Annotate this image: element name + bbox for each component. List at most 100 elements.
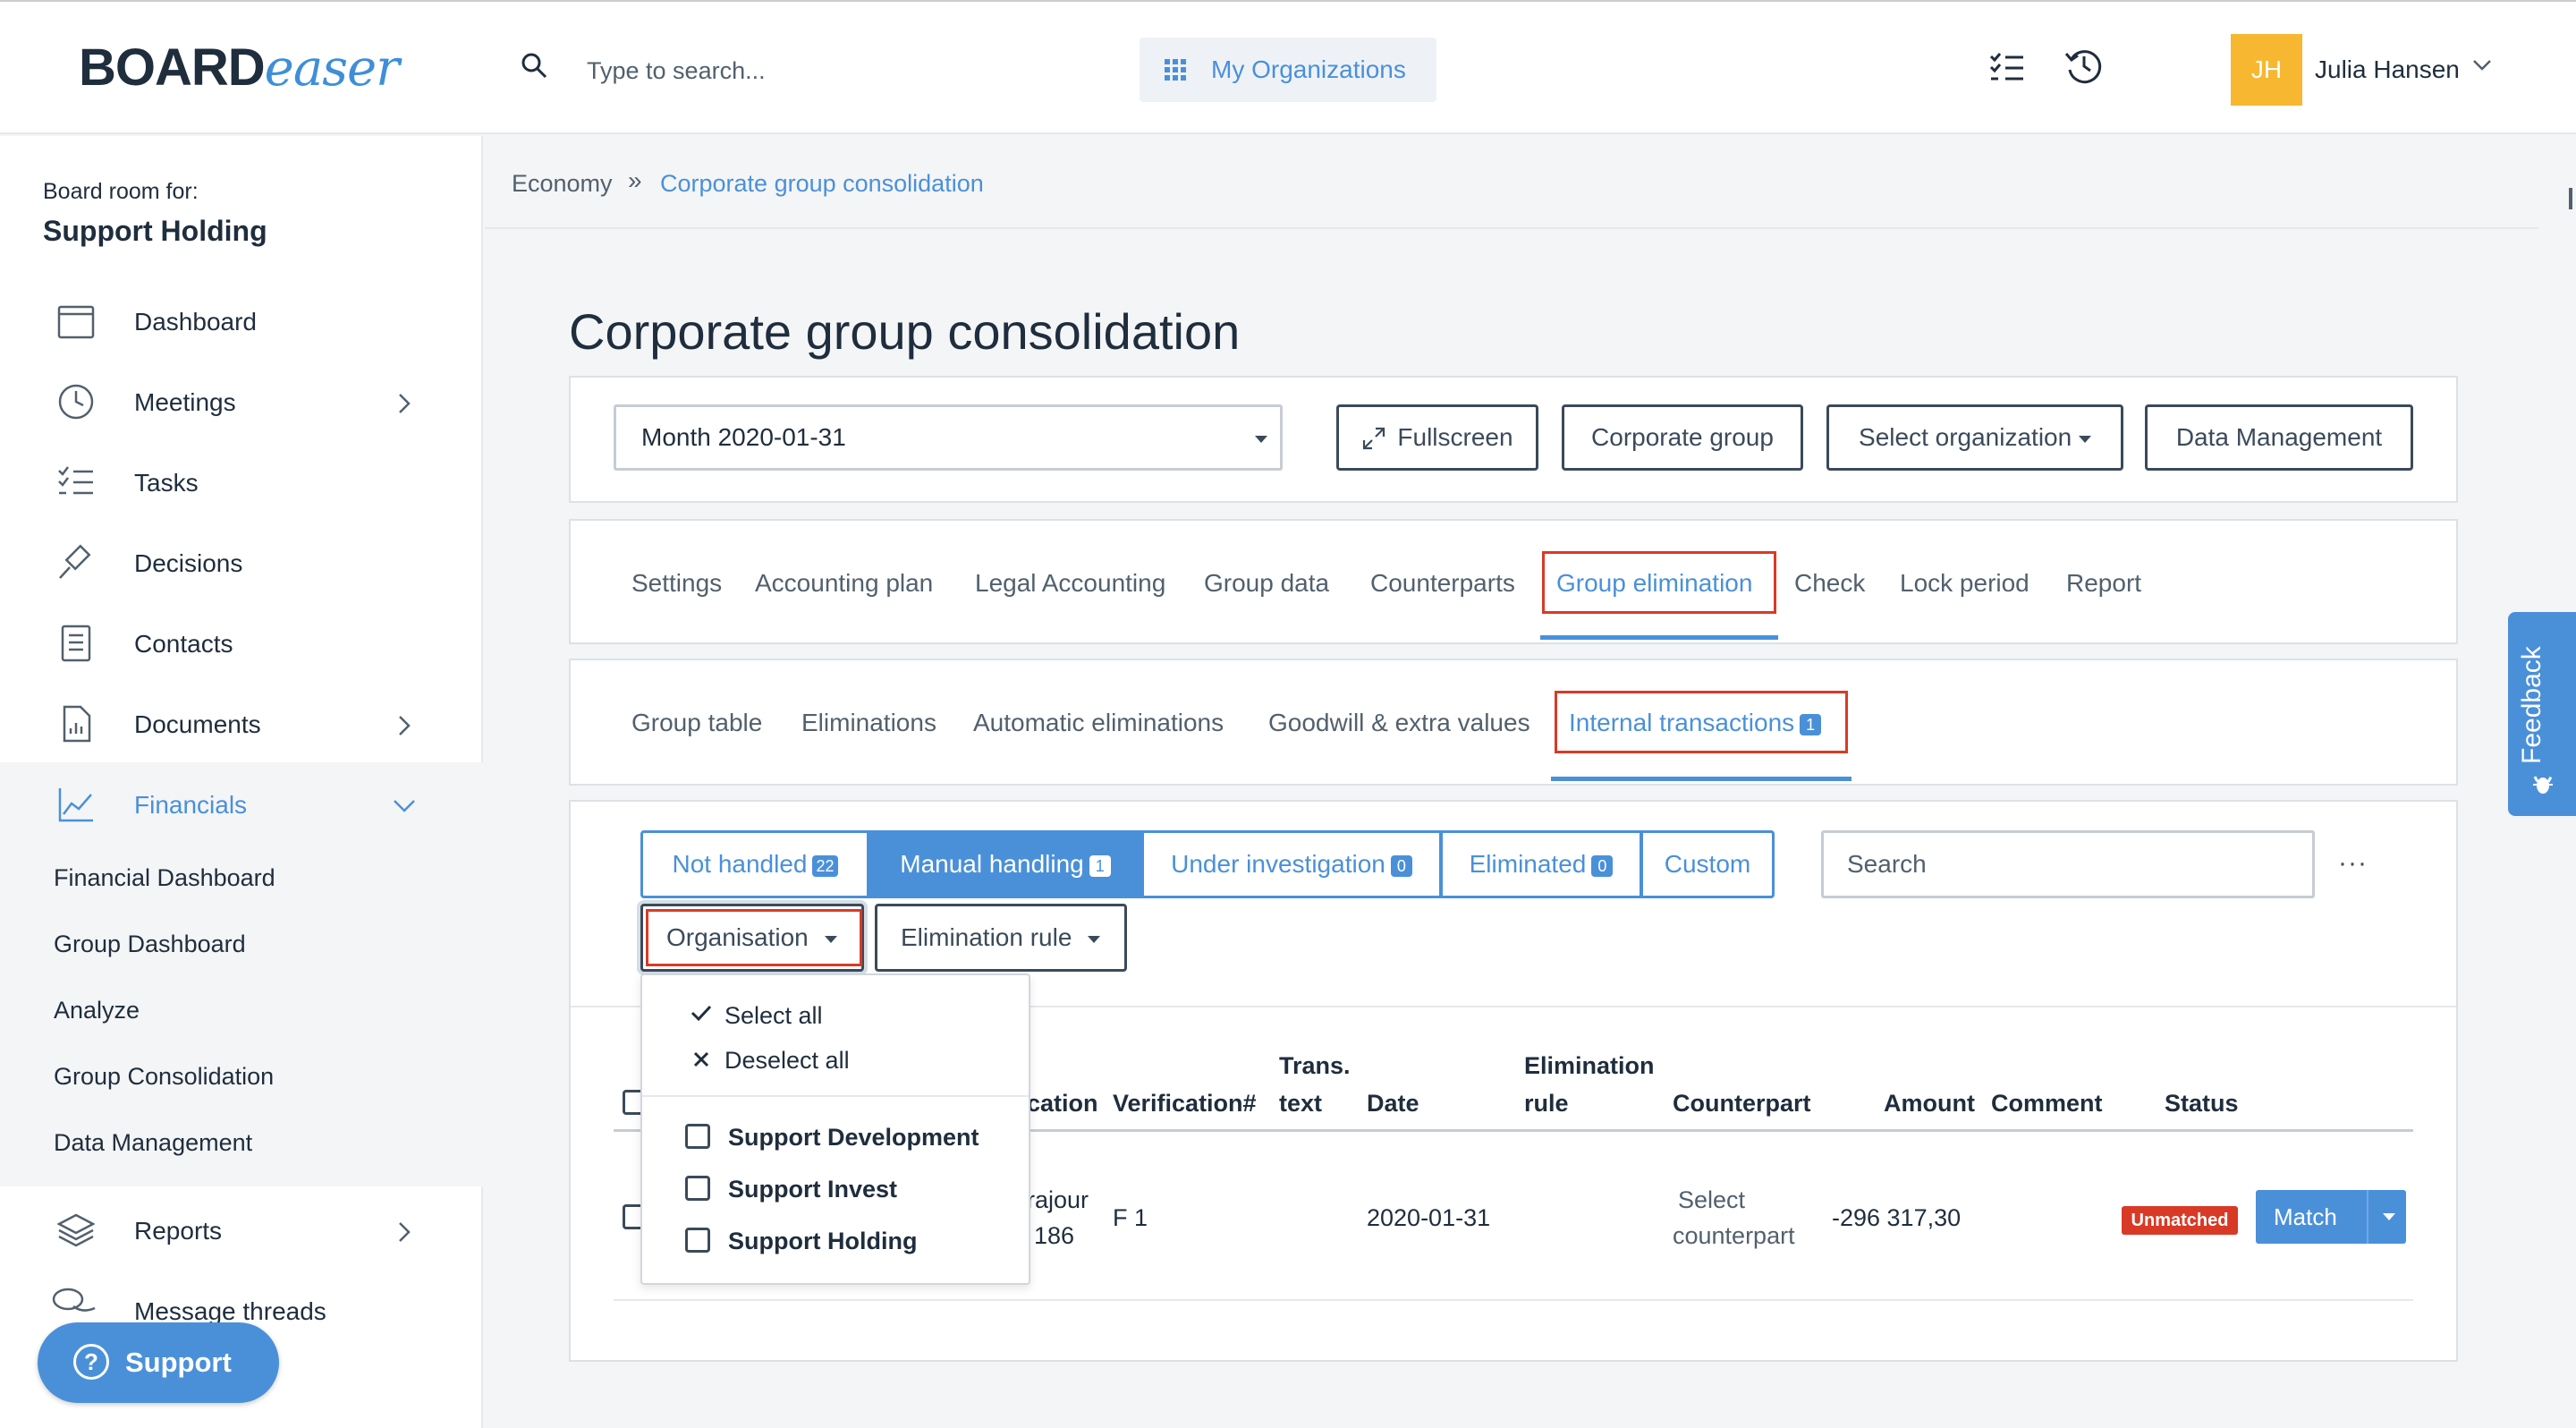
sidebar-subitem-group-consolidation[interactable]: Group Consolidation — [54, 1063, 274, 1091]
tab-group-data[interactable]: Group data — [1204, 569, 1329, 598]
subtab-eliminations[interactable]: Eliminations — [801, 709, 936, 737]
breadcrumb-current[interactable]: Corporate group consolidation — [660, 170, 984, 198]
match-button[interactable]: Match — [2256, 1190, 2406, 1244]
col-header-date: Date — [1367, 1090, 1419, 1117]
tab-report[interactable]: Report — [2066, 569, 2141, 598]
sidebar-item-tasks[interactable]: Tasks — [0, 446, 483, 517]
select-organization-button[interactable]: Select organization — [1826, 404, 2123, 471]
sidebar-item-meetings[interactable]: Meetings — [0, 365, 483, 437]
sidebar: Board room for: Support Holding Dashboar… — [0, 136, 483, 1428]
chevron-right-icon — [399, 1222, 411, 1242]
sidebar-item-financials[interactable]: Financials — [0, 768, 483, 839]
clock-icon — [58, 384, 94, 420]
sidebar-item-decisions[interactable]: Decisions — [0, 526, 483, 598]
global-search-input[interactable]: Type to search... — [587, 57, 766, 85]
count-badge: 0 — [1390, 854, 1412, 877]
org-checkbox-support-development[interactable] — [685, 1124, 710, 1149]
feedback-button[interactable]: Feedback — [2508, 612, 2576, 816]
board-room-label: Board room for: — [43, 179, 199, 204]
layers-icon — [57, 1213, 95, 1247]
count-badge: 1 — [1089, 854, 1111, 877]
org-checkbox-support-holding[interactable] — [685, 1228, 710, 1253]
filter-label: Under investigation — [1171, 850, 1385, 878]
filter-custom[interactable]: Custom — [1640, 830, 1775, 898]
check-icon — [691, 1005, 712, 1022]
org-option-label[interactable]: Support Invest — [728, 1176, 897, 1203]
subtab-automatic-eliminations[interactable]: Automatic eliminations — [973, 709, 1224, 737]
filter-under-investigation[interactable]: Under investigation 0 — [1141, 830, 1442, 898]
scrollbar[interactable] — [2569, 188, 2572, 209]
breadcrumb-parent[interactable]: Economy — [512, 170, 613, 198]
filter-eliminated[interactable]: Eliminated 0 — [1440, 830, 1642, 898]
organisation-dropdown: Select all Deselect all Support Developm… — [640, 973, 1030, 1285]
highlight-box — [1542, 551, 1776, 614]
chart-line-icon — [58, 788, 93, 822]
tab-legal-accounting[interactable]: Legal Accounting — [975, 569, 1165, 598]
help-icon: ? — [73, 1344, 109, 1380]
support-button[interactable]: ? Support — [38, 1322, 279, 1403]
active-tab-indicator — [1551, 777, 1852, 781]
sidebar-subitem-group-dashboard[interactable]: Group Dashboard — [54, 931, 246, 958]
top-bar: BOARDeaser Type to search... My Organiza… — [0, 0, 2576, 134]
data-management-button[interactable]: Data Management — [2145, 404, 2413, 471]
sidebar-item-label: Tasks — [134, 469, 199, 497]
sidebar-item-contacts[interactable]: Contacts — [0, 607, 483, 678]
avatar[interactable]: JH — [2231, 34, 2302, 106]
tab-check[interactable]: Check — [1794, 569, 1865, 598]
sidebar-subitem-financial-dashboard[interactable]: Financial Dashboard — [54, 864, 275, 892]
sidebar-item-reports[interactable]: Reports — [0, 1194, 483, 1265]
chevron-down-icon[interactable] — [2472, 59, 2492, 72]
filter-not-handled[interactable]: Not handled 22 — [640, 830, 869, 898]
col-header-status: Status — [2165, 1090, 2239, 1117]
subtab-goodwill-extra-values[interactable]: Goodwill & extra values — [1268, 709, 1530, 737]
org-option-label[interactable]: Support Holding — [728, 1228, 917, 1255]
more-options-icon[interactable]: ··· — [2338, 848, 2368, 879]
select-counterpart-link[interactable]: Select — [1678, 1186, 1745, 1214]
tab-counterparts[interactable]: Counterparts — [1370, 569, 1515, 598]
org-checkbox-support-invest[interactable] — [685, 1176, 710, 1201]
caret-down-icon[interactable] — [2383, 1213, 2395, 1220]
tab-accounting-plan[interactable]: Accounting plan — [755, 569, 933, 598]
select-all-label: Select all — [724, 1002, 823, 1029]
sidebar-item-documents[interactable]: Documents — [0, 687, 483, 759]
col-header-elimination-rule-2: rule — [1524, 1090, 1569, 1117]
col-header-verification: Verification# — [1113, 1090, 1257, 1117]
corporate-group-button[interactable]: Corporate group — [1562, 404, 1803, 471]
divider — [642, 1095, 1029, 1097]
gavel-icon — [59, 544, 91, 579]
fullscreen-label: Fullscreen — [1397, 423, 1513, 451]
col-header-counterpart: Counterpart — [1673, 1090, 1811, 1117]
tab-lock-period[interactable]: Lock period — [1900, 569, 2029, 598]
logo[interactable]: BOARDeaser — [79, 38, 400, 98]
transactions-search-input[interactable]: Search — [1821, 830, 2315, 898]
fullscreen-button[interactable]: Fullscreen — [1336, 404, 1538, 471]
search-icon[interactable] — [521, 52, 547, 79]
user-name[interactable]: Julia Hansen — [2315, 55, 2460, 84]
caret-down-icon — [1255, 436, 1267, 443]
sidebar-subitem-data-management[interactable]: Data Management — [54, 1129, 252, 1157]
corporate-group-label: Corporate group — [1591, 423, 1774, 451]
col-header-comment: Comment — [1991, 1090, 2103, 1117]
tasks-icon[interactable] — [1989, 52, 2025, 82]
deselect-all-label: Deselect all — [724, 1047, 850, 1074]
col-header-elimination-rule: Elimination — [1524, 1052, 1655, 1079]
subtab-group-table[interactable]: Group table — [631, 709, 762, 737]
count-badge: 22 — [812, 854, 838, 877]
address-book-icon — [61, 625, 91, 662]
my-organizations-button[interactable]: My Organizations — [1140, 38, 1436, 102]
elimination-rule-filter[interactable]: Elimination rule — [875, 904, 1127, 972]
filter-label: Not handled — [672, 850, 808, 878]
history-icon[interactable] — [2064, 47, 2104, 86]
cell-verification: F 1 — [1113, 1204, 1148, 1231]
tab-settings[interactable]: Settings — [631, 569, 722, 598]
sidebar-subitem-analyze[interactable]: Analyze — [54, 997, 140, 1024]
status-badge: Unmatched — [2122, 1206, 2238, 1235]
org-option-label[interactable]: Support Development — [728, 1124, 979, 1152]
chevron-down-icon — [394, 800, 415, 812]
period-select[interactable]: Month 2020-01-31 — [614, 404, 1283, 471]
row-divider — [614, 1299, 2413, 1301]
filter-manual-handling[interactable]: Manual handling 1 — [868, 830, 1143, 898]
sidebar-item-dashboard[interactable]: Dashboard — [0, 285, 483, 356]
highlight-box — [1555, 691, 1848, 753]
select-counterpart-link-2[interactable]: counterpart — [1673, 1222, 1795, 1250]
